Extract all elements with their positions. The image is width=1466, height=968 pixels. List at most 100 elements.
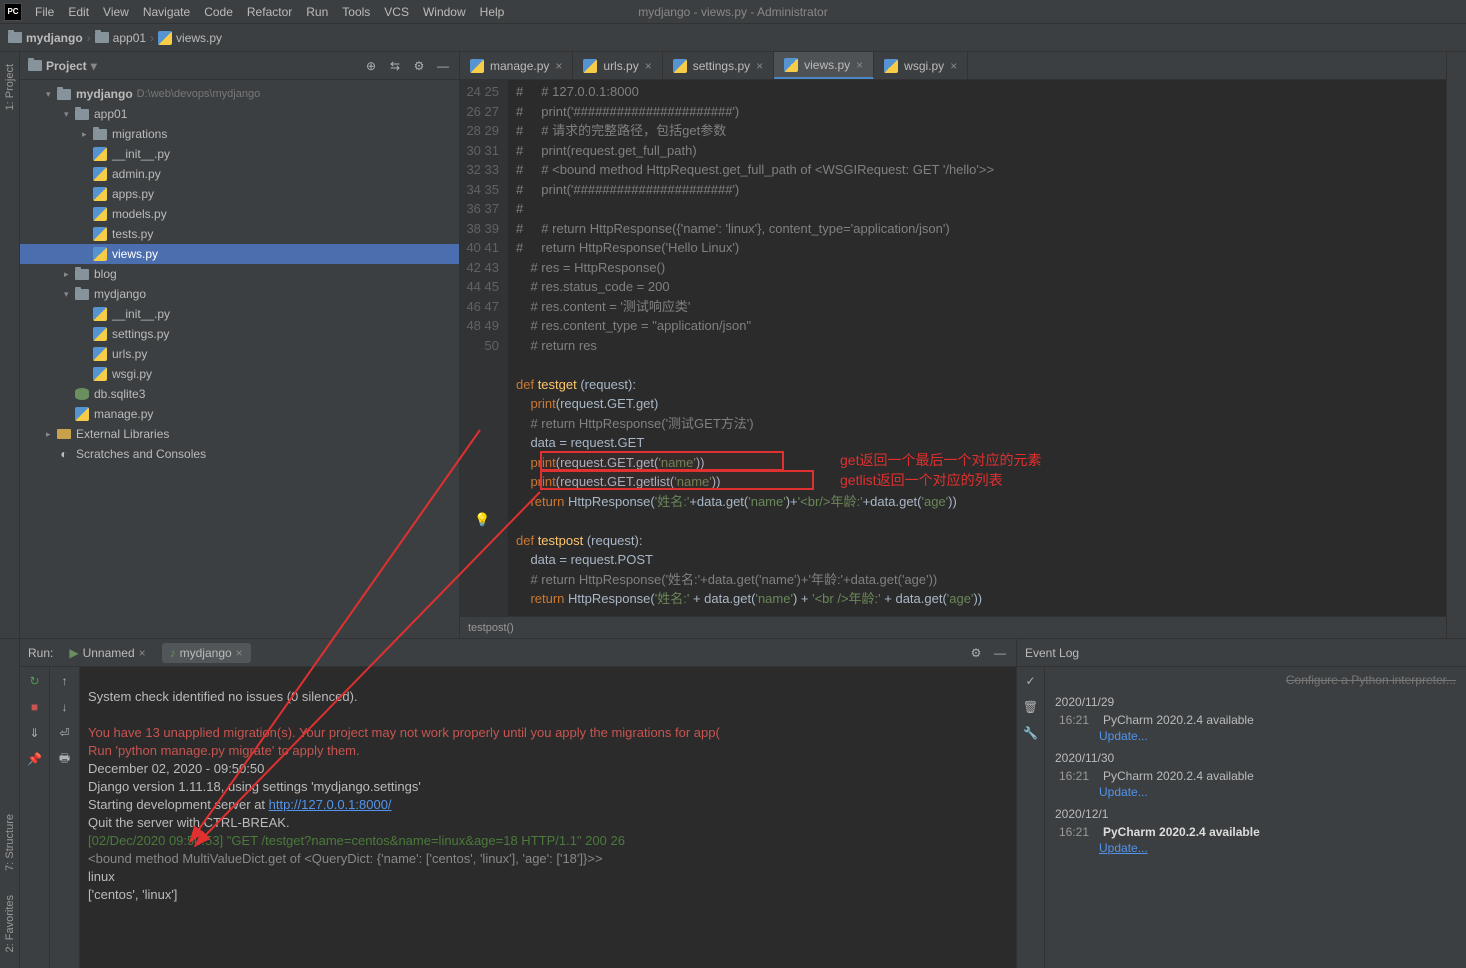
folder-icon (93, 129, 107, 140)
tab-wsgi[interactable]: wsgi.py× (874, 52, 968, 79)
tree-root[interactable]: ▾mydjangoD:\web\devops\mydjango (20, 84, 459, 104)
stop-icon[interactable]: ■ (27, 699, 43, 715)
close-icon[interactable]: × (645, 59, 652, 73)
server-url-link[interactable]: http://127.0.0.1:8000/ (269, 797, 392, 812)
menu-code[interactable]: Code (197, 3, 240, 21)
up-stack-icon[interactable]: ↑ (57, 673, 73, 689)
close-icon[interactable]: × (555, 59, 562, 73)
event-list[interactable]: Configure a Python interpreter... 2020/1… (1045, 667, 1466, 968)
tree-manage[interactable]: manage.py (20, 404, 459, 424)
tree-pkg-init[interactable]: __init__.py (20, 304, 459, 324)
tab-settings[interactable]: settings.py× (663, 52, 774, 79)
tree-apps[interactable]: apps.py (20, 184, 459, 204)
event-item[interactable]: 16:21PyCharm 2020.2.4 available (1059, 825, 1456, 839)
menu-refactor[interactable]: Refactor (240, 3, 299, 21)
trash-icon[interactable]: 🗑 (1023, 699, 1039, 715)
print-icon[interactable]: 🖶 (57, 751, 73, 767)
tree-wsgi[interactable]: wsgi.py (20, 364, 459, 384)
crumb-folder[interactable]: app01 (95, 31, 146, 45)
event-truncated: Configure a Python interpreter... (1055, 673, 1456, 687)
crumb-file[interactable]: views.py (158, 31, 222, 45)
event-update-link[interactable]: Update... (1099, 729, 1456, 743)
close-icon[interactable]: × (236, 646, 243, 660)
tree-ext-lib[interactable]: ▸External Libraries (20, 424, 459, 444)
menu-vcs[interactable]: VCS (377, 3, 416, 21)
crumb-project[interactable]: mydjango (8, 31, 83, 45)
python-file-icon (93, 307, 107, 321)
tree-tests[interactable]: tests.py (20, 224, 459, 244)
event-update-link[interactable]: Update... (1099, 841, 1456, 855)
rerun-icon[interactable]: ↻ (27, 673, 43, 689)
tree-blog[interactable]: ▸blog (20, 264, 459, 284)
python-file-icon (93, 147, 107, 161)
run-tab-mydjango[interactable]: ♪mydjango× (162, 643, 251, 663)
folder-icon (57, 89, 71, 100)
chevron-down-icon[interactable]: ▾ (91, 59, 97, 73)
tree-init[interactable]: __init__.py (20, 144, 459, 164)
tree-app01[interactable]: ▾app01 (20, 104, 459, 124)
editor-area: manage.py× urls.py× settings.py× views.p… (460, 52, 1446, 638)
run-tab-unnamed[interactable]: ▶Unnamed× (61, 643, 153, 663)
tree-db[interactable]: db.sqlite3 (20, 384, 459, 404)
tree-views[interactable]: views.py (20, 244, 459, 264)
python-file-icon (784, 58, 798, 72)
console-output[interactable]: System check identified no issues (0 sil… (80, 667, 1016, 968)
wrap-icon[interactable]: ⏎ (57, 725, 73, 741)
menu-window[interactable]: Window (416, 3, 473, 21)
gear-icon[interactable]: ⚙ (968, 645, 984, 661)
menu-edit[interactable]: Edit (61, 3, 96, 21)
event-toolbar: ✓ 🗑 🔧 (1017, 667, 1045, 968)
close-icon[interactable]: × (139, 646, 146, 660)
django-icon: ♪ (170, 646, 176, 660)
run-toolbar: ↻ ■ ⇓ 📌 (20, 667, 50, 968)
project-panel-title: Project (46, 59, 87, 73)
event-date: 2020/11/30 (1055, 751, 1456, 765)
project-tree[interactable]: ▾mydjangoD:\web\devops\mydjango ▾app01 ▸… (20, 80, 459, 638)
tab-manage[interactable]: manage.py× (460, 52, 573, 79)
code-editor[interactable]: 24 25 26 27 28 29 30 31 32 33 34 35 36 3… (460, 80, 1446, 616)
menu-file[interactable]: File (28, 3, 61, 21)
wrench-icon[interactable]: 🔧 (1023, 725, 1039, 741)
menu-help[interactable]: Help (473, 3, 512, 21)
left-sidebar: 1: Project (0, 52, 20, 638)
close-icon[interactable]: × (856, 58, 863, 72)
sidebar-tab-structure[interactable]: 7: Structure (2, 806, 18, 879)
down-icon[interactable]: ⇓ (27, 725, 43, 741)
close-icon[interactable]: × (950, 59, 957, 73)
tree-mydjango-pkg[interactable]: ▾mydjango (20, 284, 459, 304)
menu-view[interactable]: View (96, 3, 136, 21)
locate-icon[interactable]: ⊕ (363, 58, 379, 74)
tree-settings[interactable]: settings.py (20, 324, 459, 344)
close-icon[interactable]: × (756, 59, 763, 73)
run-label: Run: (28, 646, 53, 660)
tree-admin[interactable]: admin.py (20, 164, 459, 184)
code-content[interactable]: # # 127.0.0.1:8000# print('#############… (508, 80, 1446, 616)
menu-navigate[interactable]: Navigate (136, 3, 197, 21)
tree-urls[interactable]: urls.py (20, 344, 459, 364)
run-header: Run: ▶Unnamed× ♪mydjango× ⚙ — (20, 639, 1016, 667)
editor-breadcrumb: testpost() (460, 616, 1446, 638)
event-item[interactable]: 16:21PyCharm 2020.2.4 available (1059, 713, 1456, 727)
gear-icon[interactable]: ⚙ (411, 58, 427, 74)
event-item[interactable]: 16:21PyCharm 2020.2.4 available (1059, 769, 1456, 783)
pin-icon[interactable]: 📌 (27, 751, 43, 767)
tab-views[interactable]: views.py× (774, 52, 874, 79)
hide-icon[interactable]: — (435, 58, 451, 74)
menu-tools[interactable]: Tools (335, 3, 377, 21)
event-update-link[interactable]: Update... (1099, 785, 1456, 799)
tree-migrations[interactable]: ▸migrations (20, 124, 459, 144)
intention-bulb-icon[interactable]: 💡 (474, 510, 490, 530)
menu-run[interactable]: Run (299, 3, 335, 21)
tree-models[interactable]: models.py (20, 204, 459, 224)
down-stack-icon[interactable]: ↓ (57, 699, 73, 715)
mark-read-icon[interactable]: ✓ (1023, 673, 1039, 689)
hide-icon[interactable]: — (992, 645, 1008, 661)
python-file-icon (884, 59, 898, 73)
tree-scratches[interactable]: ◐Scratches and Consoles (20, 444, 459, 464)
expand-icon[interactable]: ⇆ (387, 58, 403, 74)
run-icon: ▶ (69, 646, 78, 660)
line-gutter: 24 25 26 27 28 29 30 31 32 33 34 35 36 3… (460, 80, 508, 616)
tab-urls[interactable]: urls.py× (573, 52, 662, 79)
sidebar-tab-project[interactable]: 1: Project (2, 56, 18, 118)
sidebar-tab-favorites[interactable]: 2: Favorites (2, 887, 18, 960)
